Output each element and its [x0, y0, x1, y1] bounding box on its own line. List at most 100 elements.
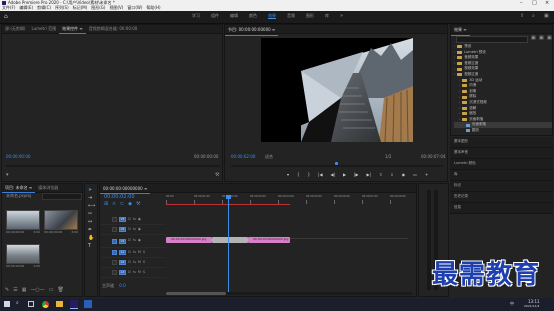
search-icon[interactable]: ⌕ [532, 14, 535, 19]
timeline-clip-1[interactable]: 00:00:00:00000000.jpg [166, 237, 212, 243]
pen-tool-icon[interactable]: ✒ [88, 228, 95, 233]
taskbar-taskview-icon[interactable] [28, 301, 34, 307]
project-tab-0[interactable]: 项目: 未命名 ≡ [2, 184, 36, 193]
workspace-more-icon[interactable]: » [340, 14, 343, 19]
source-tab-3[interactable]: 音频剪辑混合器: 00:00:00 [86, 25, 141, 33]
lock-icon[interactable]: ⊡ [128, 239, 131, 243]
home-icon[interactable]: ⌂ [4, 14, 8, 20]
ripple-edit-icon[interactable]: ⟷ [88, 204, 95, 209]
solo-icon[interactable]: S [143, 260, 145, 265]
playhead-handle-icon[interactable] [226, 195, 231, 199]
track-target-icon[interactable] [112, 238, 117, 244]
lock-icon[interactable]: ⊡ [128, 227, 131, 232]
side-panel-3[interactable]: 库 [450, 170, 553, 181]
effects-search-input[interactable] [456, 36, 528, 43]
menu-item-5[interactable]: 图形(G) [91, 6, 105, 10]
workspace-tab-0[interactable]: 学习 [192, 14, 200, 19]
source-tab-1[interactable]: Lumetri 范围 [28, 25, 59, 33]
workspace-tab-1[interactable]: 组件 [211, 14, 219, 19]
list-view-icon[interactable]: ☰ [13, 288, 17, 293]
filter-icon[interactable]: ▾ [6, 173, 9, 178]
taskbar-chrome-icon[interactable] [42, 301, 49, 308]
solo-icon[interactable]: S [143, 250, 145, 255]
notification-icon[interactable]: ▣ [544, 14, 549, 19]
type-tool-icon[interactable]: T [88, 244, 95, 249]
zoom-slider-icon[interactable]: —○— [30, 288, 44, 293]
workspace-tab-4[interactable]: 效果 [268, 14, 276, 19]
go-to-in-icon[interactable]: |◀ [318, 173, 322, 177]
project-clip[interactable]: 00:00:00:00 3:00 [6, 244, 40, 268]
new-bin-icon[interactable]: ▭ [49, 288, 54, 293]
track-label[interactable]: V1 [119, 238, 126, 244]
selection-tool-icon[interactable]: ➤ [88, 188, 95, 193]
sync-lock-icon[interactable]: ⇆ [133, 227, 136, 232]
timeline-timecode[interactable]: 00:00:02:00 [104, 195, 135, 200]
icon-view-icon[interactable]: ▦ [22, 288, 27, 293]
project-search-input[interactable] [42, 193, 82, 200]
sync-lock-icon[interactable]: ⇆ [133, 260, 136, 265]
eye-icon[interactable]: ◉ [138, 239, 141, 243]
side-panel-6[interactable]: 信息 [450, 203, 553, 214]
taskbar-search-icon[interactable]: ⌕ [16, 301, 19, 306]
lock-icon[interactable]: ⊡ [128, 270, 131, 275]
timeline-playhead[interactable] [228, 195, 229, 293]
sync-lock-icon[interactable]: ⇆ [133, 217, 136, 222]
yuv-effects-icon[interactable]: ▣ [547, 36, 552, 41]
source-timebar[interactable] [6, 165, 220, 167]
tab-program[interactable]: 节目: 00:00:00:00000 ≡ [225, 25, 279, 36]
menu-item-1[interactable]: 编辑(E) [19, 6, 33, 10]
menu-item-7[interactable]: 窗口(W) [127, 6, 142, 10]
tab-effects[interactable]: 效果 ≡ [451, 25, 470, 36]
lock-icon[interactable]: ⊡ [128, 217, 131, 222]
side-panel-4[interactable]: 标记 [450, 181, 553, 192]
side-panel-2[interactable]: Lumetri 颜色 [450, 159, 553, 170]
accelerated-effects-icon[interactable]: ▣ [531, 36, 536, 41]
step-forward-icon[interactable]: |▶ [354, 173, 358, 177]
solo-icon[interactable]: S [143, 270, 145, 275]
slip-tool-icon[interactable]: ↔ [88, 220, 95, 225]
extract-icon[interactable]: ⇩ [390, 173, 393, 177]
menu-item-6[interactable]: 视图(V) [109, 6, 123, 10]
side-panel-5[interactable]: 历史记录 [450, 192, 553, 203]
play-icon[interactable]: ▶ [343, 173, 346, 177]
sync-lock-icon[interactable]: ⇆ [133, 270, 136, 275]
menu-item-2[interactable]: 剪辑(C) [37, 6, 51, 10]
mute-icon[interactable]: M [138, 250, 141, 255]
settings-icon[interactable]: + [425, 173, 428, 177]
timeline-wrench-icon[interactable]: ⚒ [136, 202, 140, 207]
workspace-tab-3[interactable]: 颜色 [249, 14, 257, 19]
program-playhead-icon[interactable] [335, 162, 338, 165]
tab-timeline[interactable]: 00:00:00:00000000 ≡ [100, 184, 151, 194]
mark-out-icon[interactable]: } [308, 173, 311, 177]
taskbar-word-icon[interactable] [84, 300, 92, 308]
hand-tool-icon[interactable]: ✋ [88, 236, 95, 241]
taskbar-explorer-icon[interactable] [56, 301, 63, 307]
workspace-tab-7[interactable]: 库 [325, 14, 329, 19]
track-select-icon[interactable]: ⇥ [88, 196, 95, 201]
source-tab-2[interactable]: 效果控件 ≡ [59, 25, 86, 34]
marker-icon[interactable]: ◆ [128, 202, 132, 207]
workspace-tab-6[interactable]: 图形 [306, 14, 314, 19]
track-target-icon[interactable] [112, 270, 117, 275]
timeline-clip-2[interactable]: 00:00:00:00000000.jpg [248, 237, 290, 243]
project-clip[interactable]: 00:00:00:00 3:00 [44, 210, 78, 234]
taskbar-lang[interactable]: 中 [510, 302, 514, 306]
effects-item-15[interactable]: 翻页 [454, 128, 552, 134]
menu-item-8[interactable]: 帮助(H) [146, 6, 160, 10]
snap-icon[interactable]: ∩ [112, 202, 116, 207]
linked-icon[interactable]: ⊂ [120, 202, 124, 207]
project-tab-1[interactable]: 媒体浏览器 [35, 184, 61, 192]
track-target-icon[interactable] [112, 217, 117, 222]
lock-icon[interactable]: ⊡ [128, 260, 131, 265]
add-marker-icon[interactable]: ▾ [287, 173, 289, 177]
menu-item-4[interactable]: 标记(M) [73, 6, 88, 10]
project-clip[interactable]: 00:00:00:00 3:00 [6, 210, 40, 234]
nest-icon[interactable]: ⊞ [104, 202, 108, 207]
track-label[interactable]: V2 [119, 227, 126, 232]
workspace-tab-2[interactable]: 编辑 [230, 14, 238, 19]
export-icon[interactable]: ⇪ [520, 14, 524, 19]
32bit-effects-icon[interactable]: ▣ [539, 36, 544, 41]
compare-icon[interactable]: ▭ [413, 173, 417, 177]
side-panel-1[interactable]: 基本声音 [450, 148, 553, 159]
resolution-select[interactable]: 1/2 [385, 155, 391, 159]
